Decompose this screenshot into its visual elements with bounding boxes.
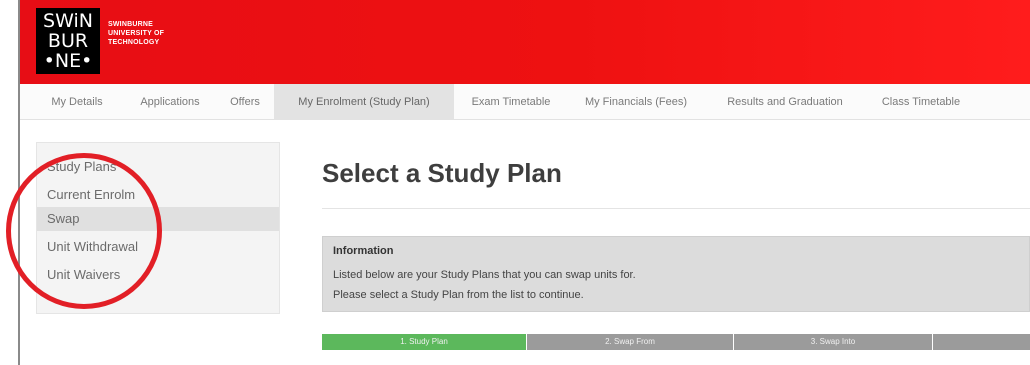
title-divider [322, 208, 1030, 209]
window-frame [0, 0, 18, 365]
information-panel: Information Listed below are your Study … [322, 236, 1030, 312]
university-name-line: TECHNOLOGY [108, 39, 160, 46]
main-navigation: My Details Applications Offers My Enrolm… [20, 84, 1030, 120]
logo-text-line: SWiN [43, 10, 93, 32]
tab-offers[interactable]: Offers [220, 84, 270, 120]
tab-my-details[interactable]: My Details [36, 84, 118, 120]
step-next [933, 334, 1030, 350]
tab-exam-timetable[interactable]: Exam Timetable [458, 84, 564, 120]
logo-text-line: BUR [47, 30, 89, 52]
tab-my-financials[interactable]: My Financials (Fees) [568, 84, 704, 120]
university-name: SWINBURNE UNIVERSITY OF TECHNOLOGY [108, 20, 228, 47]
step-swap-from: 2. Swap From [527, 334, 733, 350]
information-text: Listed below are your Study Plans that y… [333, 269, 636, 281]
sidebar-item-unit-withdrawal[interactable]: Unit Withdrawal [37, 235, 279, 259]
sidebar-item-current-enrolment[interactable]: Current Enrolm [37, 183, 279, 207]
sidebar-menu: Study Plans Current Enrolm Swap Unit Wit… [36, 142, 280, 314]
university-name-line: SWINBURNE [108, 21, 153, 28]
tab-my-enrolment[interactable]: My Enrolment (Study Plan) [274, 84, 454, 120]
step-study-plan: 1. Study Plan [322, 334, 526, 350]
sidebar-item-unit-waivers[interactable]: Unit Waivers [37, 263, 279, 287]
logo-text-line: •NE• [43, 50, 93, 72]
site-header: SWiN BUR •NE• SWINBURNE UNIVERSITY OF TE… [20, 0, 1030, 84]
page-title: Select a Study Plan [322, 158, 562, 188]
tab-results-graduation[interactable]: Results and Graduation [708, 84, 862, 120]
tab-applications[interactable]: Applications [124, 84, 216, 120]
information-heading: Information [333, 245, 394, 257]
university-name-line: UNIVERSITY OF [108, 30, 165, 37]
step-swap-into: 3. Swap Into [734, 334, 932, 350]
sidebar-item-swap[interactable]: Swap [37, 207, 279, 231]
swinburne-logo[interactable]: SWiN BUR •NE• [36, 8, 100, 74]
information-text: Please select a Study Plan from the list… [333, 289, 584, 301]
tab-class-timetable[interactable]: Class Timetable [866, 84, 976, 120]
sidebar-item-study-plans[interactable]: Study Plans [37, 155, 279, 179]
